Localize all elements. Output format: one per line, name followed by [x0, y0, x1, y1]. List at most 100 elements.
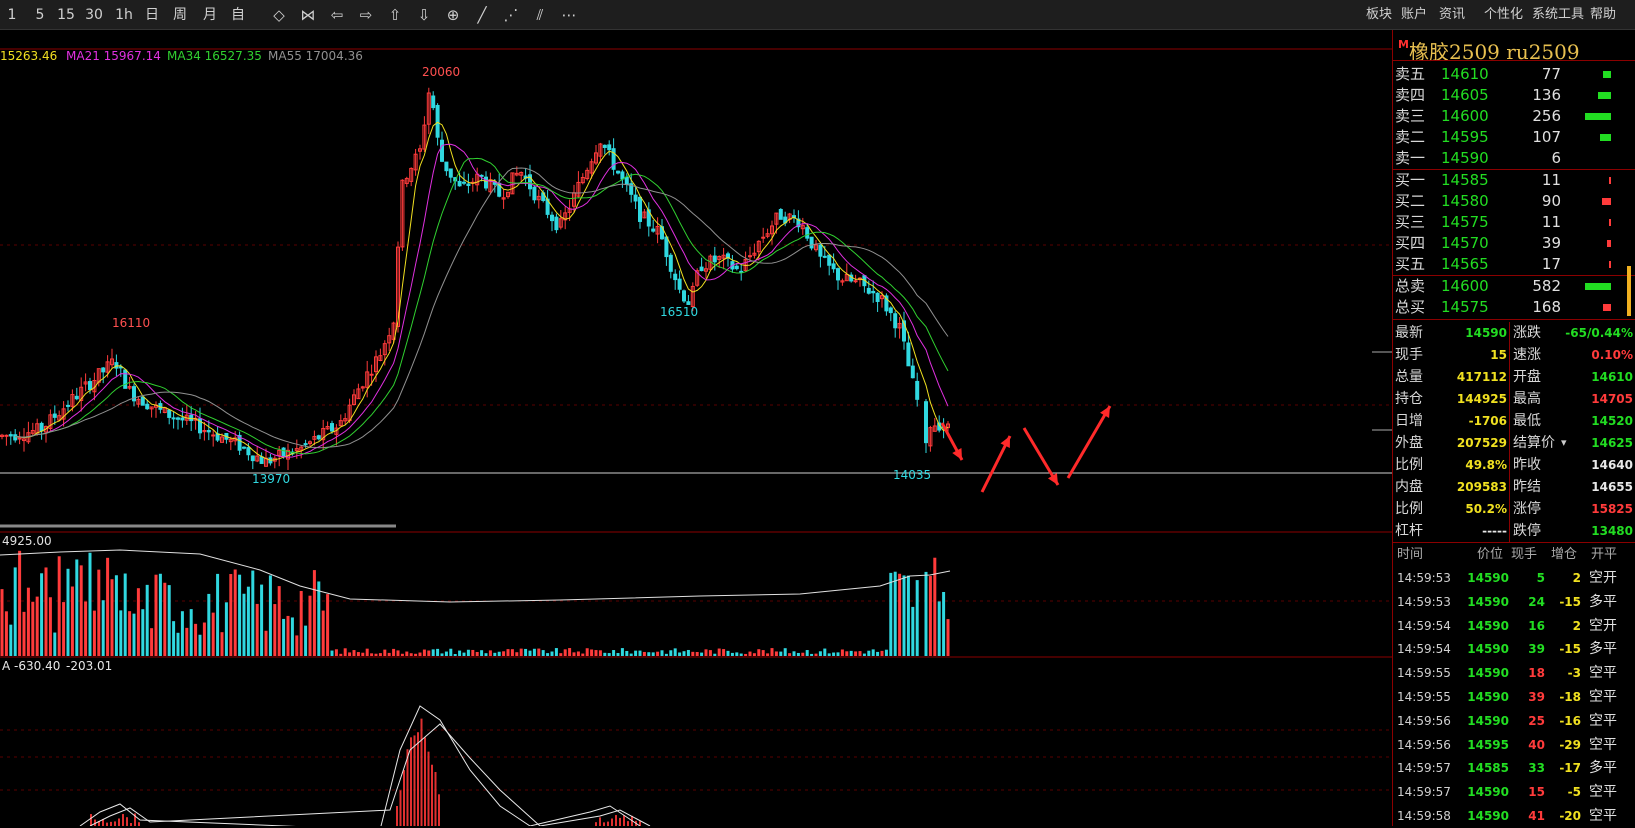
menu-item-2[interactable]: 资讯	[1439, 0, 1465, 30]
menu-item-0[interactable]: 板块	[1366, 0, 1392, 30]
ma-legend-0: 15263.46	[0, 49, 57, 63]
orderbook-row[interactable]: 卖四 14605 136	[1393, 85, 1635, 106]
tick-row[interactable]: 14:59:56 14595 40 -29 空平	[1393, 733, 1635, 757]
more-icon[interactable]: ⋯	[556, 0, 582, 30]
volume-bar	[906, 575, 910, 656]
volume-bar	[933, 557, 937, 656]
candle-body	[620, 171, 625, 180]
period-4-button[interactable]: 1h	[112, 0, 136, 30]
period-3-button[interactable]: 30	[82, 0, 106, 30]
volume-bar	[796, 652, 800, 656]
volume-bar	[884, 649, 888, 656]
volume-bar	[238, 574, 242, 656]
orderbook-row[interactable]: 买五 14565 17	[1393, 254, 1635, 275]
dashed-line-icon[interactable]: ⋰	[498, 0, 524, 30]
period-1-button[interactable]: 5	[28, 0, 52, 30]
tick-row[interactable]: 14:59:56 14590 25 -16 空平	[1393, 709, 1635, 733]
volume-bar	[312, 570, 316, 656]
tick-change: -3	[1567, 666, 1581, 681]
menu-item-3[interactable]: 个性化	[1484, 0, 1523, 30]
instrument-title: M 橡胶2509 ru2509	[1393, 34, 1635, 64]
orderbook-row[interactable]: 卖三 14600 256	[1393, 106, 1635, 127]
divider	[1509, 322, 1510, 542]
crosshair-icon[interactable]: ⊕	[440, 0, 466, 30]
tick-type: 空平	[1589, 712, 1617, 729]
volume-bar	[559, 653, 563, 656]
tick-hand: 24	[1528, 594, 1545, 609]
candle-body	[180, 417, 185, 421]
period-0-button[interactable]: 1	[0, 0, 24, 30]
volume-bar	[418, 652, 422, 656]
volume-bar	[713, 653, 717, 656]
volume-bar	[176, 632, 180, 656]
volume-bar	[937, 601, 941, 656]
volume-bar	[40, 573, 44, 656]
chevron-down-icon[interactable]: ▾	[1561, 432, 1567, 454]
macd-bar	[623, 815, 625, 826]
volume-bar	[695, 651, 699, 656]
menu-item-4[interactable]: 系统工具	[1532, 0, 1584, 30]
tick-row[interactable]: 14:59:57 14585 33 -17 多平	[1393, 756, 1635, 780]
period-6-button[interactable]: 周	[168, 0, 192, 30]
stat-row: 现手 15 速涨 0.10%	[1393, 344, 1635, 366]
tick-row[interactable]: 14:59:54 14590 39 -15 多平	[1393, 637, 1635, 661]
stat-row: 外盘 207529 结算价 14625 ▾	[1393, 432, 1635, 454]
tick-hand: 33	[1528, 761, 1545, 776]
arrow-left-icon[interactable]: ⇦	[324, 0, 350, 30]
orderbook-row[interactable]: 卖一 14590 6	[1393, 148, 1635, 169]
orderbook-row[interactable]: 买三 14575 11	[1393, 212, 1635, 233]
volume-bar	[348, 652, 352, 656]
tick-row[interactable]: 14:59:53 14590 5 2 空开	[1393, 566, 1635, 590]
orderbook-row[interactable]: 买一 14585 11	[1393, 170, 1635, 191]
candle-body	[457, 180, 462, 187]
orderbook-row[interactable]: 总买 14575 168	[1393, 297, 1635, 318]
tick-row[interactable]: 14:59:55 14590 39 -18 空平	[1393, 685, 1635, 709]
tick-type: 空平	[1589, 689, 1617, 705]
orderbook-row[interactable]: 卖五 14610 77	[1393, 64, 1635, 85]
tick-row[interactable]: 14:59:54 14590 16 2 空开	[1393, 614, 1635, 638]
macd-bar	[90, 814, 92, 826]
kline-chart[interactable]: 15263.46 MA21 15967.14 MA34 16527.35 MA55 1…	[0, 30, 1392, 826]
tick-row[interactable]: 14:59:55 14590 18 -3 空平	[1393, 661, 1635, 685]
orderbook-row[interactable]: 买二 14580 90	[1393, 191, 1635, 212]
arrow-down-icon[interactable]: ⇩	[411, 0, 437, 30]
tick-row[interactable]: 14:59:57 14590 15 -5 空平	[1393, 780, 1635, 804]
volume-bar	[242, 593, 246, 656]
stat-label[interactable]: 结算价	[1513, 432, 1555, 454]
volume-bar	[392, 648, 396, 656]
zoom-out-icon[interactable]: ⋈	[295, 0, 321, 30]
volume-bar	[453, 653, 457, 656]
level-volume: 39	[1541, 234, 1561, 252]
period-7-button[interactable]: 月	[198, 0, 222, 30]
scrollbar-thumb[interactable]	[1627, 266, 1631, 316]
period-2-button[interactable]: 15	[54, 0, 78, 30]
arrow-right-icon[interactable]: ⇨	[353, 0, 379, 30]
volume-bar	[1609, 177, 1611, 184]
parallel-line-icon[interactable]: ⫽	[527, 0, 553, 30]
stat-value: 417112	[1456, 370, 1507, 384]
zoom-fit-icon[interactable]: ◇	[266, 0, 292, 30]
candle-body	[171, 417, 176, 420]
tick-change: -16	[1559, 713, 1581, 728]
volume-bar	[524, 648, 528, 656]
stat-value: 14625	[1591, 436, 1633, 450]
stat-label: 比例	[1395, 457, 1423, 473]
orderbook-row[interactable]: 卖二 14595 107	[1393, 127, 1635, 148]
period-5-button[interactable]: 日	[140, 0, 164, 30]
stat-value: 15	[1490, 348, 1507, 362]
menu-item-1[interactable]: 账户	[1401, 0, 1427, 30]
orderbook-row[interactable]: 总卖 14600 582	[1393, 276, 1635, 297]
tick-row[interactable]: 14:59:58 14590 41 -20 空平	[1393, 804, 1635, 828]
level-label: 买三	[1395, 213, 1426, 231]
tick-row[interactable]: 14:59:53 14590 24 -15 多平	[1393, 590, 1635, 614]
orderbook-row[interactable]: 买四 14570 39	[1393, 233, 1635, 254]
arrow-up-icon[interactable]: ⇧	[382, 0, 408, 30]
divider	[1393, 319, 1635, 320]
period-8-button[interactable]: 自	[226, 0, 250, 30]
volume-bar	[462, 652, 466, 656]
candle-body	[206, 429, 211, 433]
tick-change: -15	[1559, 642, 1581, 657]
line-icon[interactable]: ╱	[469, 0, 495, 30]
candle-body	[633, 194, 638, 202]
menu-item-5[interactable]: 帮助	[1590, 0, 1616, 30]
